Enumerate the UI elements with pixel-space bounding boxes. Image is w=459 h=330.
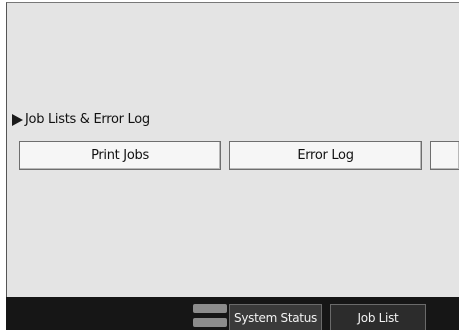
system-status-tab[interactable]: System Status: [229, 304, 322, 330]
error-log-button[interactable]: Error Log: [229, 141, 422, 170]
status-indicator-icon: [193, 304, 227, 313]
partial-button[interactable]: [430, 141, 459, 170]
section-title: Job Lists & Error Log: [25, 112, 150, 127]
print-jobs-button[interactable]: Print Jobs: [19, 141, 221, 170]
section-header: Job Lists & Error Log: [12, 112, 150, 127]
arrow-icon: [12, 113, 23, 126]
job-list-tab[interactable]: Job List: [330, 304, 426, 330]
status-indicator-icon: [193, 318, 227, 327]
